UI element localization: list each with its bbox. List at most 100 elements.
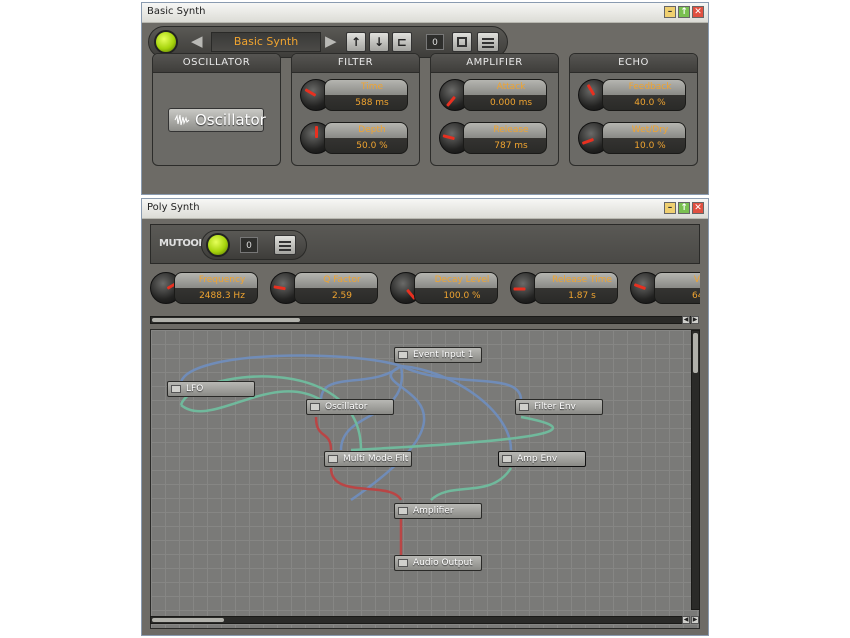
knob-value: 10.0 %	[634, 141, 666, 151]
power-button[interactable]	[206, 233, 230, 257]
knob-label: Frequency	[175, 273, 257, 288]
node-filter-env[interactable]: Filter Env	[515, 399, 603, 415]
module-icon	[328, 455, 338, 463]
knob-value: 2488.3 Hz	[199, 291, 245, 301]
param-release-time[interactable]: Release Time 1.87 s	[510, 272, 620, 304]
param-scrollbar[interactable]	[150, 316, 696, 324]
save-preset-button[interactable]: ↓	[369, 32, 389, 52]
scroll-thumb[interactable]	[152, 318, 300, 322]
oscillator-panel: OSCILLATOR Oscillator	[152, 53, 281, 166]
node-label: Filter Env	[534, 402, 576, 412]
node-label: Audio Output	[413, 558, 473, 568]
node-event-input[interactable]: Event Input 1	[394, 347, 482, 363]
load-preset-button[interactable]: ↑	[346, 32, 366, 52]
menu-button[interactable]	[477, 32, 499, 52]
knob-label: Release	[464, 123, 546, 138]
knob-value: 1.87 s	[568, 291, 596, 301]
knob-label: Attack	[464, 80, 546, 95]
title-bar[interactable]: Basic Synth – ↑ ✕	[142, 3, 708, 23]
param-frequency[interactable]: Frequency 2488.3 Hz	[150, 272, 260, 304]
knob-wet-dry[interactable]: Wet/Dry 10.0 %	[578, 122, 688, 154]
knob-value: 100.0 %	[443, 291, 481, 301]
knob-label: Release Time	[535, 273, 617, 288]
knob-value: 0.000 ms	[489, 98, 533, 108]
knob-label: Vel.	[655, 273, 700, 288]
edit-button[interactable]	[452, 32, 472, 52]
knob-value: 787 ms	[494, 141, 528, 151]
maximize-button[interactable]: ↑	[678, 6, 690, 18]
knob-depth[interactable]: Depth 50.0 %	[300, 122, 410, 154]
param-decay-level[interactable]: Decay Level 100.0 %	[390, 272, 500, 304]
module-icon	[310, 403, 320, 411]
knob-value: 588 ms	[355, 98, 389, 108]
menu-button[interactable]	[274, 235, 296, 255]
waveform-icon	[174, 114, 190, 126]
scroll-left-icon[interactable]: ◀	[682, 316, 690, 324]
close-button[interactable]: ✕	[692, 6, 704, 18]
node-oscillator[interactable]: Oscillator	[306, 399, 394, 415]
node-label: Amplifier	[413, 506, 454, 516]
window-title: Poly Synth	[147, 202, 200, 213]
knob-label: Feedback	[603, 80, 685, 95]
echo-panel: ECHO Feedback 40.0 % Wet/Dry 10.0 %	[569, 53, 698, 166]
scroll-right-icon[interactable]: ▶	[691, 316, 699, 324]
preset-name[interactable]: Basic Synth	[211, 32, 321, 52]
node-label: Multi Mode Filt	[343, 454, 409, 464]
oscillator-button-label: Oscillator	[195, 111, 266, 129]
node-label: LFO	[186, 384, 204, 394]
parameter-strip: Frequency 2488.3 Hz Q Factor 2.59 Decay Le…	[150, 270, 700, 312]
filter-panel: FILTER Time 588 ms Depth 50.0 %	[291, 53, 420, 166]
node-label: Amp Env	[517, 454, 558, 464]
maximize-button[interactable]: ↑	[678, 202, 690, 214]
param-q-factor[interactable]: Q Factor 2.59	[270, 272, 380, 304]
close-button[interactable]: ✕	[692, 202, 704, 214]
scroll-left-icon[interactable]: ◀	[682, 616, 690, 624]
minimize-button[interactable]: –	[664, 202, 676, 214]
counter-display: 0	[426, 34, 444, 50]
knob-label: Wet/Dry	[603, 123, 685, 138]
oscillator-button[interactable]: Oscillator	[168, 108, 266, 132]
param-velocity[interactable]: Vel. 64.0	[630, 272, 700, 304]
prev-preset-icon[interactable]: ◀	[191, 32, 203, 50]
next-preset-icon[interactable]: ▶	[325, 32, 337, 50]
module-icon	[398, 507, 408, 515]
basic-synth-window: Basic Synth – ↑ ✕ ◀ Basic Synth ▶ ↑ ↓ ⊏ …	[141, 2, 709, 195]
knob-value: 50.0 %	[356, 141, 388, 151]
knob-label: Q Factor	[295, 273, 377, 288]
poly-synth-window: Poly Synth – ↑ ✕ MUTOOLS 0 Frequency 2488…	[141, 198, 709, 636]
title-bar[interactable]: Poly Synth – ↑ ✕	[142, 199, 708, 219]
scroll-thumb[interactable]	[152, 618, 224, 622]
patch-graph[interactable]: Event Input 1 LFO Oscillator Filter Env …	[150, 329, 700, 629]
knob-value: 40.0 %	[634, 98, 666, 108]
minimize-button[interactable]: –	[664, 6, 676, 18]
panel-title: FILTER	[292, 54, 419, 73]
power-button[interactable]	[154, 30, 178, 54]
graph-horizontal-scrollbar[interactable]	[150, 616, 690, 624]
module-icon	[171, 385, 181, 393]
panel-title: AMPLIFIER	[431, 54, 558, 73]
node-lfo[interactable]: LFO	[167, 381, 255, 397]
knob-label: Decay Level	[415, 273, 497, 288]
knob-release[interactable]: Release 787 ms	[439, 122, 549, 154]
amplifier-panel: AMPLIFIER Attack 0.000 ms Release 787 ms	[430, 53, 559, 166]
graph-vertical-scrollbar[interactable]	[691, 330, 700, 610]
node-multi-mode-filter[interactable]: Multi Mode Filt	[324, 451, 412, 467]
plugin-toolbar: 0	[201, 230, 307, 260]
module-icon	[519, 403, 529, 411]
counter-display: 0	[240, 237, 258, 253]
scroll-right-icon[interactable]: ▶	[691, 616, 699, 624]
node-amp-env[interactable]: Amp Env	[498, 451, 586, 467]
knob-time[interactable]: Time 588 ms	[300, 79, 410, 111]
module-icon	[502, 455, 512, 463]
knob-label: Time	[325, 80, 407, 95]
knob-attack[interactable]: Attack 0.000 ms	[439, 79, 549, 111]
node-audio-output[interactable]: Audio Output	[394, 555, 482, 571]
node-label: Oscillator	[325, 402, 368, 412]
folder-button[interactable]: ⊏	[392, 32, 412, 52]
window-title: Basic Synth	[147, 6, 206, 17]
knob-feedback[interactable]: Feedback 40.0 %	[578, 79, 688, 111]
scroll-thumb[interactable]	[693, 333, 698, 373]
patch-wires	[179, 354, 555, 555]
knob-value: 2.59	[331, 291, 353, 301]
node-amplifier[interactable]: Amplifier	[394, 503, 482, 519]
